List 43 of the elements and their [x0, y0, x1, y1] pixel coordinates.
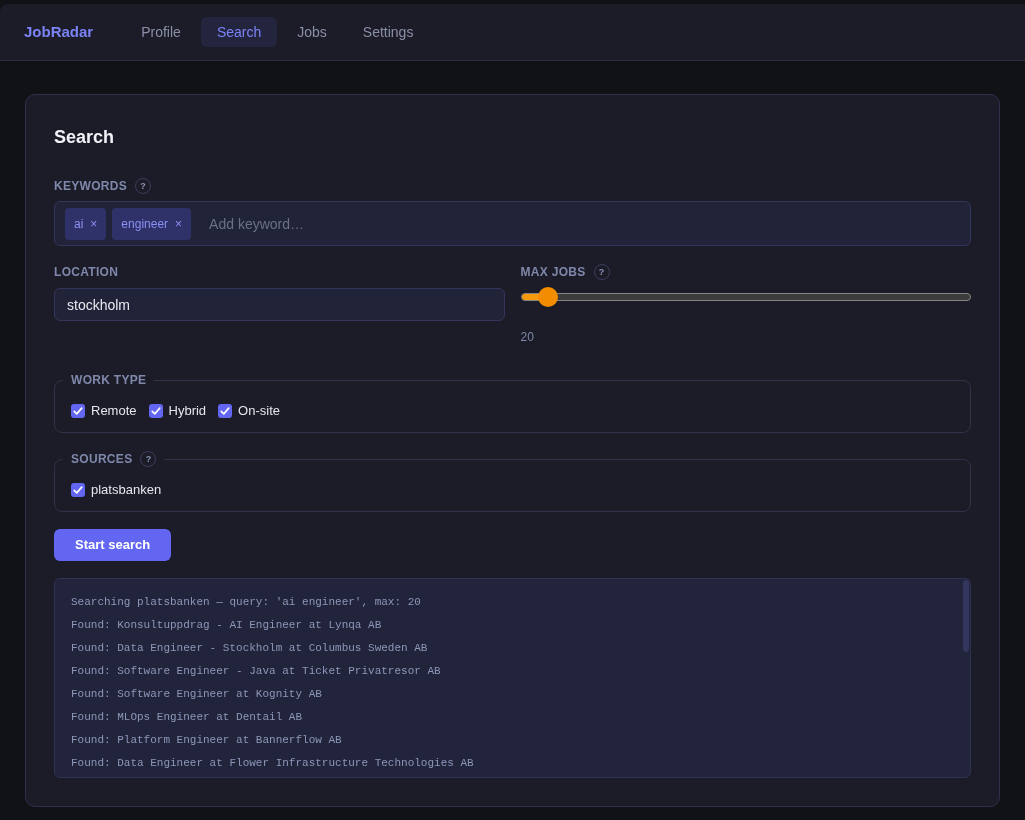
- checkmark-icon: [220, 406, 231, 416]
- tag-label: ai: [74, 215, 84, 232]
- group-legend: SOURCES: [71, 451, 133, 467]
- group-legend: WORK TYPE: [71, 372, 147, 388]
- remove-tag-button[interactable]: ×: [175, 217, 183, 230]
- nav-tab[interactable]: Jobs: [281, 17, 343, 47]
- field-label: LOCATION: [54, 264, 119, 280]
- checkbox[interactable]: [71, 404, 85, 418]
- checkmark-icon: [73, 406, 83, 416]
- checkbox-label: On-site: [238, 402, 280, 420]
- field-label: KEYWORDS: [54, 178, 128, 194]
- tag-label: engineer: [121, 215, 169, 232]
- log-line: Found: Data Engineer - Stockholm at Columbus Sweden AB: [71, 641, 429, 656]
- checkbox[interactable]: [218, 404, 233, 418]
- keywords-field[interactable]: ai × engineer × Add keyword…: [54, 201, 971, 246]
- checkbox-label: Remote: [91, 402, 137, 420]
- remove-tag-button[interactable]: ×: [90, 217, 98, 230]
- scrollbar-thumb[interactable]: [963, 580, 969, 652]
- nav-tab[interactable]: Profile: [125, 17, 197, 47]
- checkbox[interactable]: [148, 404, 163, 418]
- checkmark-icon: [150, 406, 161, 416]
- max-jobs-slider[interactable]: [520, 287, 971, 307]
- nav-tab[interactable]: Search: [200, 17, 278, 47]
- nav-tab[interactable]: Settings: [346, 17, 430, 47]
- checkbox-label: platsbanken: [91, 481, 162, 499]
- brand-logo[interactable]: JobRadar: [24, 20, 94, 44]
- checkbox-label: Hybrid: [168, 402, 207, 420]
- checkbox[interactable]: [71, 483, 85, 497]
- keyword-input[interactable]: Add keyword…: [209, 213, 960, 234]
- log-line: Found: Konsultuppdrag - AI Engineer at Lynqa AB: [71, 618, 383, 633]
- card-title: Search: [54, 126, 116, 149]
- log-line: Found: Data Engineer at Flower Infrastructure Technologies AB: [71, 756, 475, 771]
- log-line: Found: Software Engineer - Java at Ticket Privatresor AB: [71, 664, 442, 679]
- log-line: Found: Platform Engineer at Bannerflow AB: [71, 733, 343, 748]
- location-input[interactable]: stockholm: [54, 288, 505, 321]
- log-line: Searching platsbanken — query: 'ai engineer', max: 20: [71, 595, 422, 610]
- start-search-button[interactable]: Start search: [54, 529, 172, 561]
- slider-value: 20: [520, 329, 535, 345]
- field-label: MAX JOBS: [520, 264, 586, 280]
- slider-thumb[interactable]: [537, 287, 558, 307]
- log-line: Found: MLOps Engineer at Dentail AB: [71, 710, 304, 725]
- log-line: Found: Software Engineer at Kognity AB: [71, 687, 323, 702]
- checkmark-icon: [73, 485, 83, 495]
